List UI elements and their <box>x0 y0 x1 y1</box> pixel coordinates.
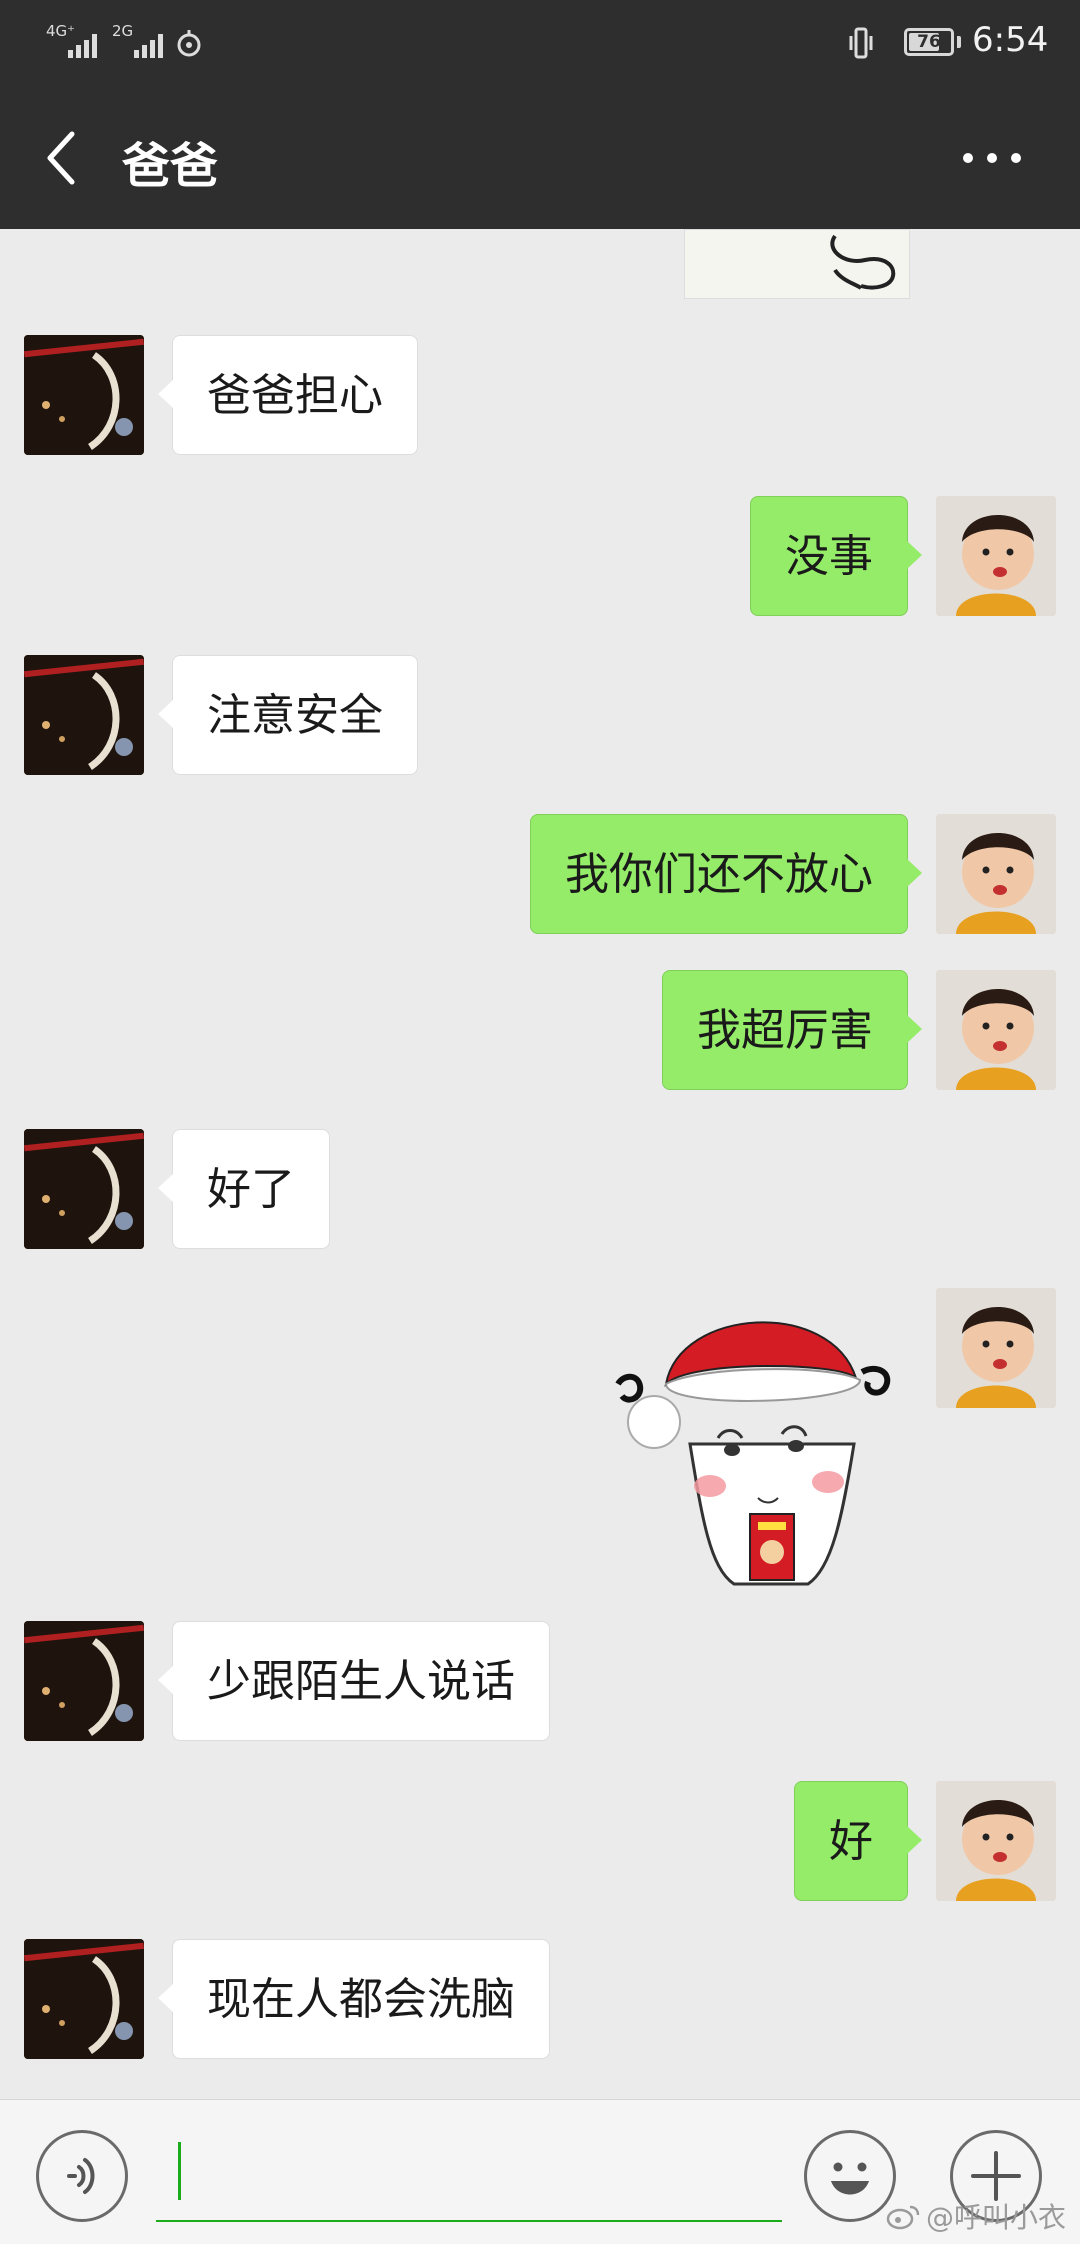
message-bubble-outgoing[interactable]: 好 <box>794 1781 922 1901</box>
avatar-me[interactable] <box>936 1781 1056 1901</box>
avatar-dad[interactable] <box>24 335 144 455</box>
battery-level: 76 <box>917 32 941 52</box>
avatar-me[interactable] <box>936 496 1056 616</box>
battery-icon: 76 <box>904 28 954 56</box>
message-bubble-incoming[interactable]: 现在人都会洗脑 <box>158 1939 550 2059</box>
message-bubble-outgoing[interactable]: 我你们还不放心 <box>530 814 922 934</box>
avatar-me[interactable] <box>936 814 1056 934</box>
vibrate-icon <box>849 27 873 59</box>
message-list[interactable]: 爸爸担心 没事 注意安全 我你们还不放心 我超厉害 好了 少跟陌生人说话 好 现… <box>0 229 1080 2099</box>
chat-header: 爸爸 <box>0 86 1080 229</box>
more-dots-icon[interactable] <box>960 150 1024 166</box>
avatar-dad[interactable] <box>24 1939 144 2059</box>
message-bubble-outgoing[interactable]: 我超厉害 <box>662 970 922 1090</box>
voice-icon <box>67 2158 95 2194</box>
weibo-watermark: @呼叫小衣 <box>886 2196 1066 2236</box>
avatar-me[interactable] <box>936 1288 1056 1408</box>
battery-tip <box>957 36 961 48</box>
message-bubble-incoming[interactable]: 注意安全 <box>158 655 418 775</box>
contact-name: 爸爸 <box>122 138 219 194</box>
back-arrow-icon[interactable] <box>42 130 82 186</box>
status-bar: 4G⁺ 2G 76 6:54 <box>0 0 1080 86</box>
status-time: 6:54 <box>972 20 1049 60</box>
image-message-partial[interactable] <box>684 229 910 299</box>
avatar-dad[interactable] <box>24 655 144 775</box>
watermark-text: @呼叫小衣 <box>926 2201 1067 2234</box>
voice-button[interactable] <box>36 2130 128 2222</box>
text-cursor <box>178 2142 181 2200</box>
message-bubble-outgoing[interactable]: 没事 <box>750 496 922 616</box>
message-bubble-incoming[interactable]: 少跟陌生人说话 <box>158 1621 550 1741</box>
message-input[interactable] <box>156 2130 782 2222</box>
message-bubble-incoming[interactable]: 爸爸担心 <box>158 335 418 455</box>
weibo-icon <box>886 2205 920 2230</box>
avatar-dad[interactable] <box>24 1129 144 1249</box>
avatar-dad[interactable] <box>24 1621 144 1741</box>
sticker-message[interactable] <box>610 1288 910 1588</box>
emoji-button[interactable] <box>804 2130 896 2222</box>
data-sync-icon <box>177 30 201 57</box>
network-type-2: 2G <box>112 22 134 40</box>
avatar-me[interactable] <box>936 970 1056 1090</box>
emoji-icon <box>831 2162 869 2195</box>
message-bubble-incoming[interactable]: 好了 <box>158 1129 330 1249</box>
